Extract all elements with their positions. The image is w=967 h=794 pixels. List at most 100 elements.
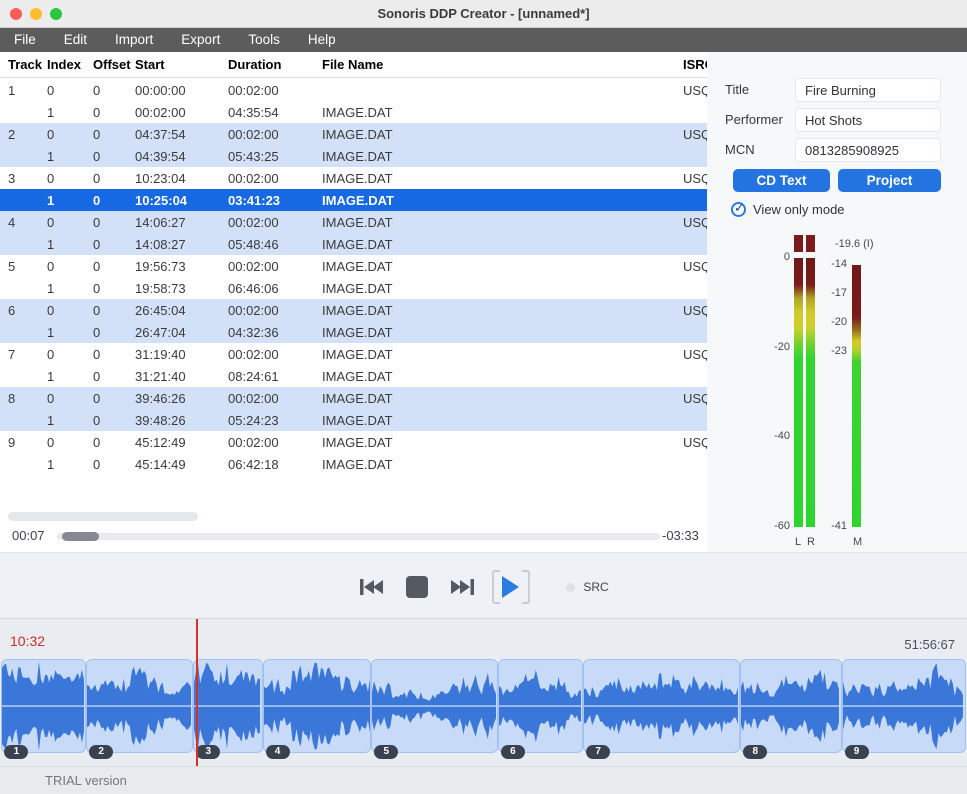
menu-help[interactable]: Help	[294, 28, 350, 52]
cell-duration: 04:35:54	[228, 105, 322, 120]
next-track-button[interactable]	[446, 572, 476, 602]
table-row[interactable]: 60026:45:0400:02:00IMAGE.DATUSQ	[0, 299, 707, 321]
cell-index: 1	[47, 281, 93, 296]
waveform	[499, 660, 582, 752]
cell-offset: 0	[93, 325, 135, 340]
column-index[interactable]: Index	[47, 57, 93, 72]
cell-duration: 00:02:00	[228, 259, 322, 274]
track-table-panel: Track Index Offset Start Duration File N…	[0, 52, 707, 552]
timeline-track-3[interactable]	[193, 659, 262, 753]
seek-slider-thumb[interactable]	[62, 532, 99, 541]
cell-offset: 0	[93, 457, 135, 472]
previous-track-button[interactable]	[358, 572, 388, 602]
menu-file[interactable]: File	[0, 28, 50, 52]
table-row[interactable]: 20004:37:5400:02:00IMAGE.DATUSQ	[0, 123, 707, 145]
total-time-label: 51:56:67	[904, 637, 955, 652]
cell-duration: 00:02:00	[228, 391, 322, 406]
column-file-name[interactable]: File Name	[322, 57, 683, 72]
title-input[interactable]	[795, 78, 941, 102]
table-row[interactable]: 10000:00:0000:02:00USQ	[0, 79, 707, 101]
waveform	[2, 660, 85, 752]
menu-edit[interactable]: Edit	[50, 28, 101, 52]
cd-text-button[interactable]: CD Text	[733, 169, 830, 192]
horizontal-scrollbar-thumb[interactable]	[8, 512, 198, 521]
table-row[interactable]: 1039:48:2605:24:23IMAGE.DAT	[0, 409, 707, 431]
table-row[interactable]: 1031:21:4008:24:61IMAGE.DAT	[0, 365, 707, 387]
column-isrc[interactable]: ISRC	[683, 57, 707, 72]
track-number-badge: 4	[266, 745, 290, 759]
table-row[interactable]: 90045:12:4900:02:00IMAGE.DATUSQ	[0, 431, 707, 453]
cell-isrc: USQ	[683, 347, 707, 362]
cell-track: 3	[8, 171, 47, 186]
table-row[interactable]: 40014:06:2700:02:00IMAGE.DATUSQ	[0, 211, 707, 233]
cell-index: 0	[47, 303, 93, 318]
waveform	[843, 660, 965, 752]
cell-duration: 00:02:00	[228, 215, 322, 230]
performer-input[interactable]	[795, 108, 941, 132]
src-indicator[interactable]: SRC	[566, 580, 608, 594]
cell-index: 1	[47, 369, 93, 384]
next-track-icon	[448, 577, 474, 597]
table-row[interactable]: 1045:14:4906:42:18IMAGE.DAT	[0, 453, 707, 475]
timeline-track-4[interactable]	[263, 659, 372, 753]
table-row[interactable]: 30010:23:0400:02:00IMAGE.DATUSQ	[0, 167, 707, 189]
cell-start: 39:48:26	[135, 413, 228, 428]
column-duration[interactable]: Duration	[228, 57, 322, 72]
table-row[interactable]: 1026:47:0404:32:36IMAGE.DAT	[0, 321, 707, 343]
column-track[interactable]: Track	[8, 57, 47, 72]
cell-offset: 0	[93, 259, 135, 274]
checkmark-icon: ✓	[734, 200, 745, 216]
cell-duration: 06:42:18	[228, 457, 322, 472]
column-start[interactable]: Start	[135, 57, 228, 72]
playhead[interactable]	[196, 619, 198, 767]
play-button[interactable]	[492, 570, 530, 604]
table-row[interactable]: 1019:58:7306:46:06IMAGE.DAT	[0, 277, 707, 299]
cell-track: 8	[8, 391, 47, 406]
menu-import[interactable]: Import	[101, 28, 167, 52]
cell-index: 0	[47, 127, 93, 142]
remaining-time: -03:33	[662, 528, 706, 543]
menu-tools[interactable]: Tools	[234, 28, 294, 52]
m-scale-17: -17	[807, 287, 847, 299]
cell-file: IMAGE.DAT	[322, 149, 683, 164]
cell-file: IMAGE.DAT	[322, 391, 683, 406]
cell-isrc: USQ	[683, 435, 707, 450]
cell-duration: 00:02:00	[228, 303, 322, 318]
m-scale-41: -41	[807, 520, 847, 532]
table-row[interactable]: 1014:08:2705:48:46IMAGE.DAT	[0, 233, 707, 255]
track-number-badge: 2	[89, 745, 113, 759]
cell-file: IMAGE.DAT	[322, 303, 683, 318]
table-row[interactable]: 1004:39:5405:43:25IMAGE.DAT	[0, 145, 707, 167]
track-number-badge: 6	[501, 745, 525, 759]
mcn-field-row: MCN	[725, 138, 941, 162]
table-row[interactable]: 1000:02:0004:35:54IMAGE.DAT	[0, 101, 707, 123]
cell-isrc: USQ	[683, 215, 707, 230]
cell-start: 04:37:54	[135, 127, 228, 142]
table-row[interactable]: 70031:19:4000:02:00IMAGE.DATUSQ	[0, 343, 707, 365]
table-row[interactable]: 1010:25:0403:41:23IMAGE.DAT	[0, 189, 707, 211]
table-row[interactable]: 50019:56:7300:02:00IMAGE.DATUSQ	[0, 255, 707, 277]
view-only-checkbox[interactable]: ✓	[731, 202, 746, 217]
stop-button[interactable]	[402, 572, 432, 602]
timeline-track-2[interactable]	[86, 659, 193, 753]
timeline-track-5[interactable]	[371, 659, 498, 753]
seek-slider[interactable]	[57, 533, 660, 540]
cell-offset: 0	[93, 83, 135, 98]
timeline-track-9[interactable]	[842, 659, 966, 753]
cell-offset: 0	[93, 149, 135, 164]
stop-icon	[406, 576, 428, 598]
cell-index: 1	[47, 105, 93, 120]
cell-offset: 0	[93, 193, 135, 208]
menu-export[interactable]: Export	[167, 28, 234, 52]
project-button[interactable]: Project	[838, 169, 941, 192]
timeline-track-7[interactable]	[583, 659, 740, 753]
cell-file: IMAGE.DAT	[322, 215, 683, 230]
timeline-track-8[interactable]	[740, 659, 841, 753]
column-offset[interactable]: Offset	[93, 57, 135, 72]
table-row[interactable]: 80039:46:2600:02:00IMAGE.DATUSQ	[0, 387, 707, 409]
timeline-track-1[interactable]	[1, 659, 86, 753]
mcn-input[interactable]	[795, 138, 941, 162]
timeline-track-6[interactable]	[498, 659, 583, 753]
waveform	[87, 660, 192, 752]
timeline[interactable]: 10:32 51:56:67 123456789	[0, 618, 967, 766]
